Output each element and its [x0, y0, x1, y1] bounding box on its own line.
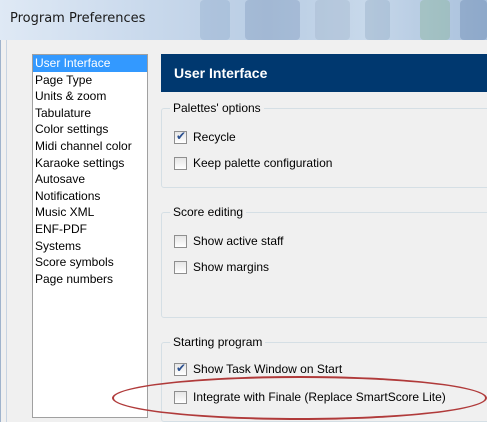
checkmark-icon: ✔	[176, 360, 187, 375]
blurred-taskbar-icon	[200, 0, 230, 40]
blurred-taskbar-icon	[315, 0, 350, 40]
window-title: Program Preferences	[10, 11, 146, 26]
show-margins-checkbox[interactable]: Show margins	[174, 259, 269, 275]
blurred-taskbar-icon	[420, 0, 450, 40]
blurred-taskbar-icon	[245, 0, 300, 40]
integrate-finale-checkbox[interactable]: Integrate with Finale (Replace SmartScor…	[174, 389, 446, 405]
checkbox-box[interactable]	[174, 156, 187, 170]
checkbox-box[interactable]: ✔	[174, 128, 187, 144]
starting-program-group	[161, 342, 487, 422]
title-bar: Program Preferences	[0, 0, 487, 40]
category-item-karaoke-settings[interactable]: Karaoke settings	[33, 155, 147, 172]
category-item-page-type[interactable]: Page Type	[33, 72, 147, 89]
recycle-label: Recycle	[193, 130, 236, 144]
category-item-music-xml[interactable]: Music XML	[33, 204, 147, 221]
recycle-checkbox[interactable]: ✔ Recycle	[174, 129, 236, 145]
category-item-color-settings[interactable]: Color settings	[33, 121, 147, 138]
category-item-autosave[interactable]: Autosave	[33, 171, 147, 188]
show-active-staff-label: Show active staff	[193, 234, 284, 248]
category-item-score-symbols[interactable]: Score symbols	[33, 254, 147, 271]
category-item-enf-pdf[interactable]: ENF-PDF	[33, 221, 147, 238]
category-item-tabulature[interactable]: Tabulature	[33, 105, 147, 122]
checkbox-box[interactable]	[174, 390, 187, 404]
panel-header: User Interface	[161, 54, 487, 92]
category-item-midi-channel-color[interactable]: Midi channel color	[33, 138, 147, 155]
panel-title: User Interface	[174, 65, 268, 81]
starting-program-label: Starting program	[170, 335, 266, 349]
palettes-options-group	[161, 108, 487, 188]
checkbox-box[interactable]	[174, 234, 187, 248]
category-item-user-interface[interactable]: User Interface	[33, 55, 147, 72]
category-item-systems[interactable]: Systems	[33, 238, 147, 255]
checkmark-icon: ✔	[176, 128, 187, 143]
show-task-window-checkbox[interactable]: ✔ Show Task Window on Start	[174, 361, 342, 377]
blurred-taskbar-icon	[365, 0, 390, 40]
checkbox-box[interactable]: ✔	[174, 360, 187, 376]
palettes-options-label: Palettes' options	[170, 101, 264, 115]
category-list[interactable]: User Interface Page Type Units & zoom Ta…	[32, 54, 148, 418]
category-item-page-numbers[interactable]: Page numbers	[33, 271, 147, 288]
window-border	[6, 40, 7, 422]
checkbox-box[interactable]	[174, 260, 187, 274]
keep-palette-config-label: Keep palette configuration	[193, 156, 333, 170]
category-item-units-zoom[interactable]: Units & zoom	[33, 88, 147, 105]
show-active-staff-checkbox[interactable]: Show active staff	[174, 233, 284, 249]
integrate-finale-label: Integrate with Finale (Replace SmartScor…	[193, 390, 446, 404]
category-item-notifications[interactable]: Notifications	[33, 188, 147, 205]
score-editing-label: Score editing	[170, 205, 247, 219]
show-task-window-label: Show Task Window on Start	[193, 362, 343, 376]
blurred-taskbar-icon	[460, 0, 487, 40]
show-margins-label: Show margins	[193, 260, 270, 274]
keep-palette-config-checkbox[interactable]: Keep palette configuration	[174, 155, 332, 171]
